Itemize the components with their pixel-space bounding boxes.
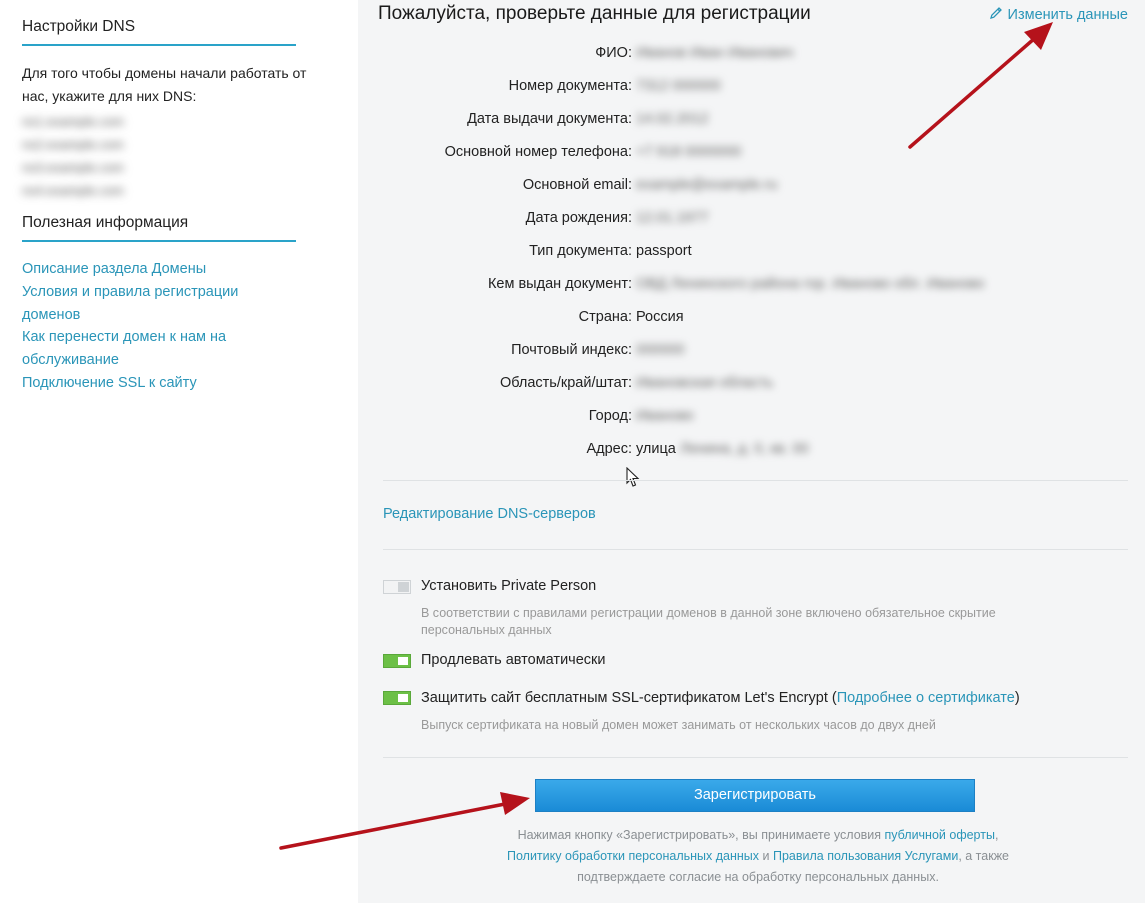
page: Настройки DNS Для того чтобы домены нача… [0, 0, 1145, 903]
pencil-icon [989, 7, 1002, 19]
private-person-label: Установить Private Person [421, 578, 597, 594]
field-label: Тип документа: [529, 243, 632, 259]
field-row-doc-number: Номер документа: 7312 000000 [358, 70, 1145, 103]
auto-renew-toggle[interactable] [383, 654, 411, 668]
edit-data-label: Изменить данные [1007, 7, 1128, 23]
field-label: Основной номер телефона: [444, 144, 632, 160]
ssl-label-text: Защитить сайт бесплатным SSL-сертификато… [421, 690, 837, 706]
field-label: Дата рождения: [525, 210, 632, 226]
field-label: ФИО: [595, 45, 632, 61]
terms-part: подтверждаете согласие на обработку перс… [577, 870, 939, 884]
divider [383, 757, 1128, 758]
field-value: 12.01.1977 [636, 210, 709, 226]
divider [383, 549, 1128, 550]
ssl-toggle[interactable] [383, 691, 411, 705]
terms-part: и [759, 849, 773, 863]
page-title: Пожалуйста, проверьте данные для регистр… [378, 3, 811, 24]
field-row-address: Адрес: улица Ленина, д. 0, кв. 00 [358, 433, 1145, 466]
field-label: Основной email: [522, 177, 632, 193]
field-value: 7312 000000 [636, 78, 721, 94]
dns-settings-underline [22, 44, 296, 46]
field-value: Иваново [636, 408, 694, 424]
ssl-label-close: ) [1014, 690, 1020, 706]
field-label: Город: [588, 408, 632, 424]
useful-links: Описание раздела Домены Условия и правил… [22, 258, 282, 395]
public-offer-link[interactable]: публичной оферты [885, 828, 995, 842]
service-rules-link[interactable]: Правила пользования Услугами [773, 849, 958, 863]
field-row-email: Основной email: example@example.ru [358, 169, 1145, 202]
field-label: Страна: [578, 309, 632, 325]
link-registration-rules[interactable]: Условия и правила регистрации доменов [22, 281, 282, 327]
link-domain-transfer[interactable]: Как перенести домен к нам на обслуживани… [22, 326, 282, 372]
field-row-issued-by: Кем выдан документ: ОВД Ленинского район… [358, 268, 1145, 301]
field-value: example@example.ru [636, 177, 778, 193]
field-label: Дата выдачи документа: [467, 111, 632, 127]
dns-server-item: ns1.example.com [22, 114, 124, 129]
ssl-details-link[interactable]: Подробнее о сертификате [837, 690, 1015, 706]
dns-server-item: ns3.example.com [22, 160, 124, 175]
useful-info-title: Полезная информация [22, 214, 189, 231]
field-row-postal-code: Почтовый индекс: 000000 [358, 334, 1145, 367]
toggle-knob [398, 694, 408, 702]
field-row-city: Город: Иваново [358, 400, 1145, 433]
sidebar: Настройки DNS Для того чтобы домены нача… [0, 0, 358, 903]
auto-renew-label: Продлевать автоматически [421, 652, 606, 668]
edit-data-link[interactable]: Изменить данные [988, 5, 1128, 23]
address-street-prefix: улица [636, 441, 676, 457]
field-value: 14.02.2012 [636, 111, 709, 127]
divider [383, 480, 1128, 481]
field-label: Область/край/штат: [499, 375, 632, 391]
field-value: Иванов Иван Иванович [636, 45, 794, 61]
dns-instructions: Для того чтобы домены начали работать от… [22, 65, 307, 104]
field-row-doc-type: Тип документа: passport [358, 235, 1145, 268]
terms-part: Нажимая кнопку «Зарегистрировать», вы пр… [517, 828, 885, 842]
link-domains-description[interactable]: Описание раздела Домены [22, 258, 282, 281]
register-button[interactable]: Зарегистрировать [535, 779, 975, 812]
terms-part: , [994, 828, 999, 842]
ssl-label: Защитить сайт бесплатным SSL-сертификато… [421, 690, 1020, 706]
field-row-region: Область/край/штат: Ивановская область [358, 367, 1145, 400]
terms-part: , а также [958, 849, 1010, 863]
field-label: Адрес: [586, 441, 632, 457]
field-value: ОВД Ленинского района гор. Иваново обл. … [636, 276, 985, 292]
field-value: Россия [636, 309, 684, 325]
private-person-toggle[interactable] [383, 580, 411, 594]
registration-fields: ФИО: Иванов Иван Иванович Номер документ… [358, 37, 1145, 466]
dns-server-list: ns1.example.com ns2.example.com ns3.exam… [16, 110, 186, 202]
field-row-country: Страна: Россия [358, 301, 1145, 334]
field-label: Кем выдан документ: [487, 276, 632, 292]
main-panel: Пожалуйста, проверьте данные для регистр… [358, 0, 1145, 903]
private-person-hint: В соответствии с правилами регистрации д… [421, 606, 996, 637]
field-label: Номер документа: [508, 78, 632, 94]
terms-text: Нажимая кнопку «Зарегистрировать», вы пр… [458, 825, 1058, 888]
ssl-hint: Выпуск сертификата на новый домен может … [421, 718, 936, 732]
dns-server-item: ns4.example.com [22, 183, 124, 198]
field-row-phone: Основной номер телефона: +7 918 0000000 [358, 136, 1145, 169]
address-street-blurred: Ленина, д. 0, кв. 00 [679, 441, 809, 457]
toggle-knob [398, 657, 408, 665]
mouse-cursor-icon [626, 467, 640, 487]
field-value: 000000 [636, 342, 685, 358]
useful-info-underline [22, 240, 296, 242]
privacy-policy-link[interactable]: Политику обработки персональных данных [507, 849, 759, 863]
field-row-doc-issue-date: Дата выдачи документа: 14.02.2012 [358, 103, 1145, 136]
edit-dns-servers-link[interactable]: Редактирование DNS-серверов [383, 506, 596, 522]
dns-settings-title: Настройки DNS [22, 18, 136, 35]
field-label: Почтовый индекс: [511, 342, 632, 358]
field-row-fio: ФИО: Иванов Иван Иванович [358, 37, 1145, 70]
field-row-birth-date: Дата рождения: 12.01.1977 [358, 202, 1145, 235]
field-value: Ивановская область [636, 375, 774, 391]
field-value: +7 918 0000000 [636, 144, 742, 160]
link-ssl-connect[interactable]: Подключение SSL к сайту [22, 372, 282, 395]
toggle-knob [398, 582, 409, 592]
field-value: passport [636, 243, 692, 259]
dns-server-item: ns2.example.com [22, 137, 124, 152]
field-value: улица Ленина, д. 0, кв. 00 [636, 433, 809, 466]
